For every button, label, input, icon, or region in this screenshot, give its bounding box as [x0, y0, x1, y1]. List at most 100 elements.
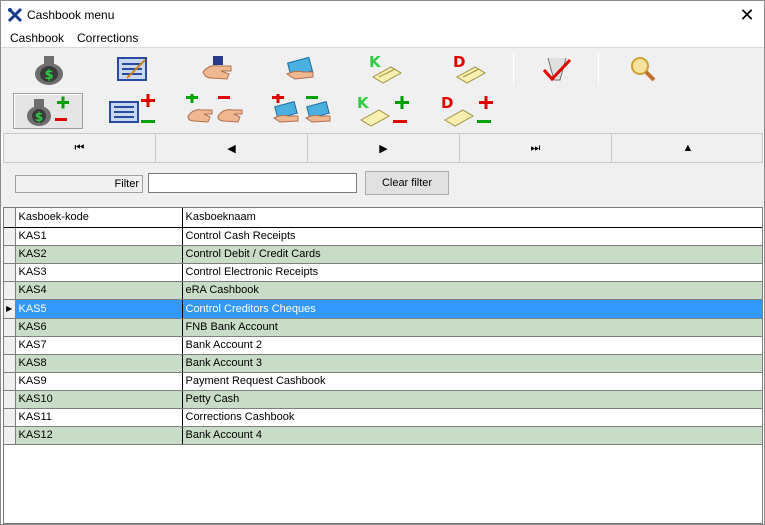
- money-bag-plus-minus-icon: $: [27, 96, 69, 126]
- table-row[interactable]: KAS2 Control Debit / Credit Cards: [4, 245, 762, 264]
- hand-icon: [202, 56, 232, 80]
- kredit-icon: K: [369, 53, 402, 84]
- table-row[interactable]: KAS9 Payment Request Cashbook: [4, 372, 762, 391]
- cell-name[interactable]: Petty Cash: [182, 390, 762, 409]
- ledger-button[interactable]: [103, 51, 163, 87]
- add-cashbook-button[interactable]: $: [13, 93, 83, 129]
- table-row[interactable]: KAS12 Bank Account 4: [4, 426, 762, 445]
- toolbar-separator: [513, 52, 514, 86]
- cell-name[interactable]: Payment Request Cashbook: [182, 372, 762, 391]
- money-bag-icon: $: [35, 56, 63, 85]
- row-indicator[interactable]: ▶: [4, 299, 16, 319]
- ledger-plus-minus-icon: [109, 94, 155, 123]
- debit-plus-minus-icon: D: [441, 94, 493, 127]
- svg-text:K: K: [357, 94, 370, 112]
- filter-panel: Filter Clear filter: [1, 163, 764, 207]
- cell-code[interactable]: KAS4: [15, 281, 183, 300]
- svg-text:D: D: [453, 53, 465, 71]
- cell-code[interactable]: KAS9: [15, 372, 183, 391]
- add-cards-button[interactable]: [267, 93, 339, 129]
- column-header-name[interactable]: Kasboeknaam: [182, 208, 762, 228]
- row-indicator[interactable]: [4, 318, 16, 337]
- table-row[interactable]: KAS10 Petty Cash: [4, 390, 762, 409]
- debit-button[interactable]: D: [439, 51, 499, 87]
- cell-code[interactable]: KAS12: [15, 426, 183, 445]
- verify-button[interactable]: [528, 51, 588, 87]
- cashbook-grid: Kasboek-kode Kasboeknaam KAS1 Control Cas…: [3, 207, 763, 524]
- svg-text:K: K: [369, 53, 382, 71]
- row-indicator[interactable]: [4, 372, 16, 391]
- table-row[interactable]: KAS3 Control Electronic Receipts: [4, 263, 762, 282]
- app-icon: [7, 7, 23, 23]
- row-indicator[interactable]: [4, 426, 16, 445]
- cell-code[interactable]: KAS10: [15, 390, 183, 409]
- menu-bar: Cashbook Corrections: [1, 29, 764, 47]
- filter-input[interactable]: [148, 173, 357, 193]
- table-row[interactable]: KAS4 eRA Cashbook: [4, 281, 762, 300]
- filter-label: Filter: [15, 175, 143, 193]
- cell-name[interactable]: eRA Cashbook: [182, 281, 762, 300]
- first-record-button[interactable]: ⏮: [4, 134, 156, 162]
- column-header-code[interactable]: Kasboek-kode: [15, 208, 183, 228]
- cashbook-button[interactable]: $: [19, 51, 79, 87]
- cell-name[interactable]: FNB Bank Account: [182, 318, 762, 337]
- cell-name[interactable]: Control Electronic Receipts: [182, 263, 762, 282]
- row-indicator[interactable]: [4, 245, 16, 264]
- cell-code[interactable]: KAS11: [15, 408, 183, 427]
- menu-corrections[interactable]: Corrections: [74, 31, 141, 45]
- table-row[interactable]: ▶ KAS5 Control Creditors Cheques: [4, 299, 762, 319]
- cell-code[interactable]: KAS2: [15, 245, 183, 264]
- svg-text:D: D: [441, 94, 453, 112]
- ledger-icon: [117, 57, 147, 81]
- table-row[interactable]: KAS7 Bank Account 2: [4, 336, 762, 355]
- menu-cashbook[interactable]: Cashbook: [7, 31, 67, 45]
- cell-code[interactable]: KAS7: [15, 336, 183, 355]
- row-indicator[interactable]: [4, 336, 16, 355]
- cell-name[interactable]: Bank Account 4: [182, 426, 762, 445]
- close-button[interactable]: ✕: [730, 1, 764, 29]
- cell-name[interactable]: Corrections Cashbook: [182, 408, 762, 427]
- cards-button[interactable]: [271, 51, 331, 87]
- row-indicator-header: [4, 208, 16, 228]
- next-record-button[interactable]: ▶: [308, 134, 460, 162]
- cell-name[interactable]: Control Cash Receipts: [182, 227, 762, 246]
- search-button[interactable]: [613, 51, 673, 87]
- clear-filter-button[interactable]: Clear filter: [365, 171, 449, 195]
- receipts-button[interactable]: [187, 51, 247, 87]
- checkmark-ruler-icon: [542, 57, 572, 82]
- cell-code[interactable]: KAS5: [15, 299, 183, 319]
- row-indicator[interactable]: [4, 354, 16, 373]
- row-indicator[interactable]: [4, 281, 16, 300]
- row-indicator[interactable]: [4, 263, 16, 282]
- prev-record-button[interactable]: ◀: [156, 134, 308, 162]
- add-credit-button[interactable]: K: [353, 93, 417, 129]
- add-ledger-button[interactable]: [101, 93, 165, 129]
- table-row[interactable]: KAS11 Corrections Cashbook: [4, 408, 762, 427]
- cell-code[interactable]: KAS6: [15, 318, 183, 337]
- table-row[interactable]: KAS8 Bank Account 3: [4, 354, 762, 373]
- table-row[interactable]: KAS6 FNB Bank Account: [4, 318, 762, 337]
- toolbar-area: $ K D $ K D: [1, 47, 764, 133]
- cell-code[interactable]: KAS8: [15, 354, 183, 373]
- cell-code[interactable]: KAS1: [15, 227, 183, 246]
- debit-icon: D: [453, 53, 486, 84]
- svg-text:$: $: [35, 110, 43, 124]
- cell-name[interactable]: Control Creditors Cheques: [182, 299, 762, 319]
- row-indicator[interactable]: [4, 227, 16, 246]
- kredit-plus-minus-icon: K: [357, 94, 409, 127]
- cell-name[interactable]: Bank Account 2: [182, 336, 762, 355]
- search-icon: [631, 57, 656, 82]
- cell-name[interactable]: Bank Account 3: [182, 354, 762, 373]
- last-record-button[interactable]: ⏭: [460, 134, 612, 162]
- svg-text:$: $: [44, 68, 53, 83]
- row-indicator[interactable]: [4, 390, 16, 409]
- current-row-arrow-icon: ▶: [6, 303, 13, 313]
- cell-name[interactable]: Control Debit / Credit Cards: [182, 245, 762, 264]
- cell-code[interactable]: KAS3: [15, 263, 183, 282]
- table-row[interactable]: KAS1 Control Cash Receipts: [4, 227, 762, 246]
- add-receipts-button[interactable]: [181, 93, 253, 129]
- credit-button[interactable]: K: [355, 51, 415, 87]
- add-debit-button[interactable]: D: [437, 93, 501, 129]
- row-indicator[interactable]: [4, 408, 16, 427]
- up-button[interactable]: ▲: [612, 134, 764, 162]
